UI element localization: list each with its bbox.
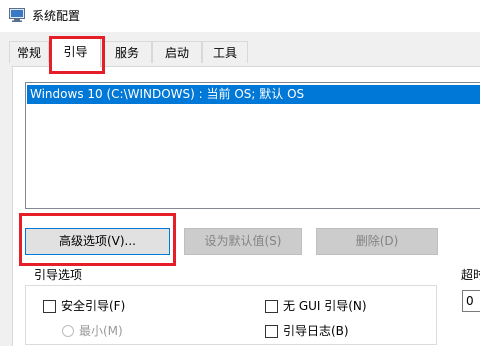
tab-boot[interactable]: 引导 (50, 38, 101, 67)
checkbox-box[interactable] (43, 300, 56, 313)
tab-strip: 常规 引导 服务 启动 工具 (0, 32, 480, 67)
set-default-button[interactable]: 设为默认值(S) (184, 228, 302, 255)
no-gui-boot-label: 无 GUI 引导(N) (283, 299, 367, 313)
msconfig-icon (9, 8, 25, 22)
advanced-options-label: 高级选项(V)... (58, 234, 137, 248)
checkbox-box[interactable] (265, 300, 278, 313)
timeout-value: 0 (466, 294, 474, 308)
set-default-label: 设为默认值(S) (204, 234, 282, 248)
safe-boot-label: 安全引导(F) (61, 299, 126, 313)
tab-tools[interactable]: 工具 (202, 41, 248, 63)
radio-circle[interactable] (62, 325, 74, 337)
advanced-options-button[interactable]: 高级选项(V)... (25, 228, 170, 255)
tab-label: 服务 (114, 46, 139, 60)
boot-os-list[interactable]: Windows 10 (C:\WINDOWS) : 当前 OS; 默认 OS (25, 82, 480, 209)
tab-label: 工具 (212, 46, 237, 60)
timeout-input[interactable]: 0 (462, 290, 480, 312)
title-bar: 系统配置 (0, 0, 480, 32)
minimal-label: 最小(M) (79, 324, 123, 338)
delete-label: 删除(D) (355, 234, 399, 248)
boot-os-item-label: Windows 10 (C:\WINDOWS) : 当前 OS; 默认 OS (30, 87, 305, 101)
boot-os-item[interactable]: Windows 10 (C:\WINDOWS) : 当前 OS; 默认 OS (27, 85, 480, 104)
timeout-label: 超时 (461, 268, 480, 282)
tab-label: 启动 (164, 46, 189, 60)
boot-options-label: 引导选项 (31, 267, 86, 283)
tab-label: 引导 (63, 45, 88, 59)
boot-log-label: 引导日志(B) (283, 324, 349, 338)
delete-button[interactable]: 删除(D) (316, 228, 438, 255)
tab-general[interactable]: 常规 (9, 41, 49, 63)
tab-label: 常规 (16, 46, 41, 60)
tab-startup[interactable]: 启动 (152, 41, 202, 63)
checkbox-box[interactable] (265, 325, 278, 338)
tab-services[interactable]: 服务 (102, 41, 152, 63)
window-title: 系统配置 (32, 9, 81, 23)
